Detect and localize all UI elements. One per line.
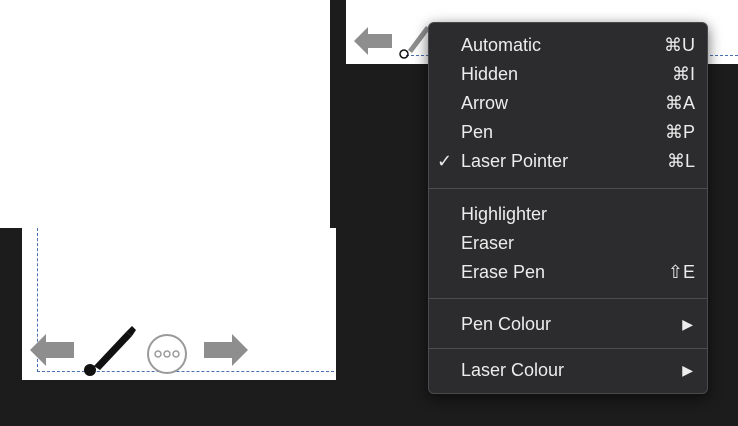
- menu-item-label: Laser Colour: [461, 360, 565, 380]
- menu-item-label: Highlighter: [461, 204, 548, 224]
- menu-item-shortcut: ⌘A: [664, 93, 695, 113]
- menu-item-shortcut: ⌘I: [671, 64, 695, 84]
- menu-item-highlighter[interactable]: Highlighter: [429, 200, 707, 228]
- checkmark-icon: ✓: [437, 151, 453, 171]
- menu-separator: [429, 298, 707, 299]
- menu-separator: [429, 188, 707, 189]
- menu-item-label: Eraser: [461, 233, 515, 253]
- arrow-right-icon[interactable]: [202, 330, 250, 370]
- menu-item-hidden[interactable]: Hidden ⌘I: [429, 60, 707, 88]
- menu-item-pen[interactable]: Pen ⌘P: [429, 118, 707, 146]
- menu-item-shortcut: ⌘L: [666, 151, 695, 171]
- window-background: [0, 0, 330, 228]
- more-icon[interactable]: [145, 332, 189, 376]
- menu-item-pen-colour[interactable]: Pen Colour ▶: [429, 310, 707, 338]
- arrow-left-icon[interactable]: [28, 330, 76, 370]
- pointer-context-menu: Automatic ⌘U Hidden ⌘I Arrow ⌘A Pen ⌘P ✓…: [428, 22, 708, 394]
- menu-item-arrow[interactable]: Arrow ⌘A: [429, 89, 707, 117]
- pen-icon[interactable]: [80, 322, 138, 380]
- submenu-arrow-icon: ▶: [682, 362, 693, 378]
- submenu-arrow-icon: ▶: [682, 316, 693, 332]
- menu-item-label: Automatic: [461, 35, 542, 55]
- menu-item-shortcut: ⌘P: [664, 122, 695, 142]
- menu-item-laser-colour[interactable]: Laser Colour ▶: [429, 356, 707, 384]
- menu-item-label: Arrow: [461, 93, 509, 113]
- menu-item-shortcut: ⇧E: [667, 262, 695, 282]
- menu-item-automatic[interactable]: Automatic ⌘U: [429, 31, 707, 59]
- arrow-left-icon[interactable]: [352, 24, 394, 58]
- menu-item-eraser[interactable]: Eraser: [429, 229, 707, 257]
- menu-item-laser-pointer[interactable]: ✓ Laser Pointer ⌘L: [429, 147, 707, 175]
- menu-item-label: Erase Pen: [461, 262, 546, 282]
- menu-item-label: Laser Pointer: [461, 151, 569, 171]
- menu-item-label: Hidden: [461, 64, 519, 84]
- menu-item-label: Pen Colour: [461, 314, 552, 334]
- menu-item-shortcut: ⌘U: [664, 35, 695, 55]
- menu-item-label: Pen: [461, 122, 494, 142]
- pen-icon[interactable]: [396, 20, 432, 60]
- menu-separator: [429, 348, 707, 349]
- menu-item-erase-pen[interactable]: Erase Pen ⇧E: [429, 258, 707, 286]
